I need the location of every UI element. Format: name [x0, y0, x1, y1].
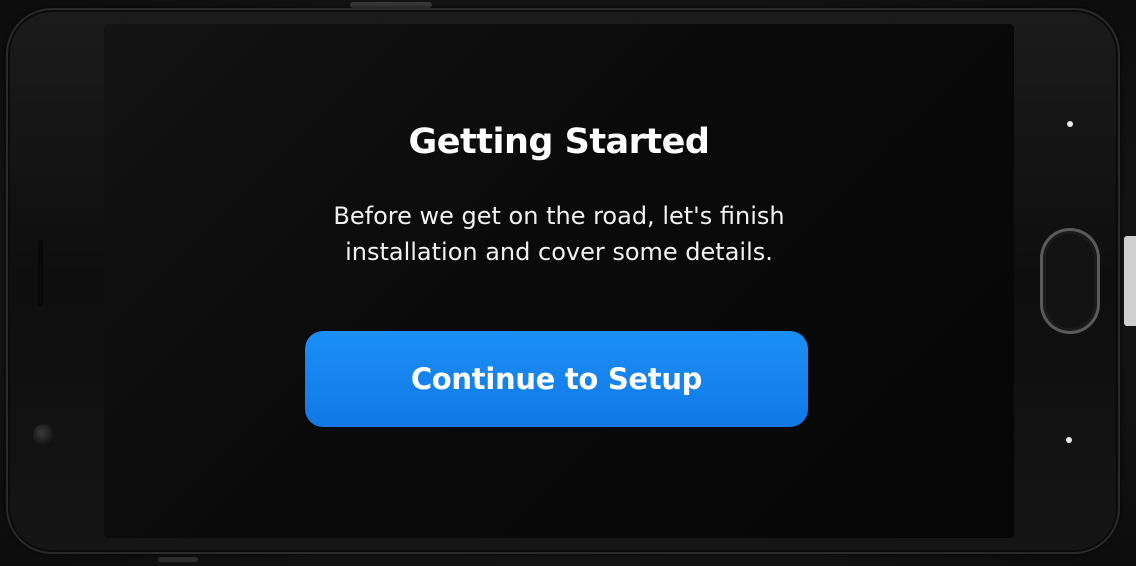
- continue-to-setup-button[interactable]: Continue to Setup: [305, 331, 808, 427]
- home-button[interactable]: [1040, 228, 1100, 334]
- earpiece-speaker: [38, 240, 43, 306]
- volume-button: [158, 557, 198, 562]
- description-line: Before we get on the road, let's finish: [333, 202, 785, 230]
- nav-dot-icon[interactable]: [1066, 437, 1072, 443]
- device-screen: [104, 24, 1014, 538]
- front-camera-icon: [33, 424, 55, 446]
- nav-dot-icon[interactable]: [1067, 121, 1073, 127]
- page-description: Before we get on the road, let's finish …: [104, 198, 1014, 270]
- page-title: Getting Started: [408, 122, 710, 162]
- side-connector: [1124, 236, 1136, 326]
- description-line: installation and cover some details.: [345, 238, 773, 266]
